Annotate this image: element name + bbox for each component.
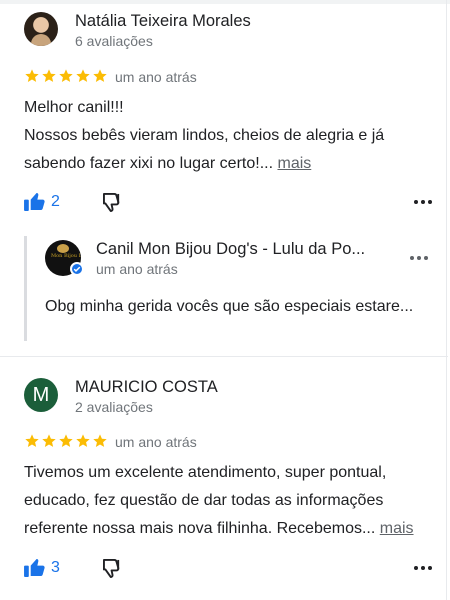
top-edge [0, 0, 450, 4]
rating-stars [24, 433, 108, 451]
review-text-line: referente nossa mais nova filhinha. Rece… [24, 520, 376, 537]
more-vert-icon[interactable] [410, 256, 428, 260]
like-count: 3 [51, 558, 60, 576]
thumb-up-icon [24, 558, 45, 577]
reviewer-avatar[interactable]: M [24, 378, 58, 412]
like-count: 2 [51, 192, 60, 210]
reviewer-avatar[interactable] [24, 12, 58, 46]
star-icon [25, 434, 39, 447]
star-icon [76, 434, 90, 447]
more-vert-icon[interactable] [414, 200, 432, 204]
more-link[interactable]: mais [277, 155, 311, 172]
owner-reply-time: um ano atrás [96, 261, 178, 277]
review-text-line: Nossos bebês vieram lindos, cheios de al… [24, 127, 385, 144]
review-count: 2 avaliações [75, 399, 153, 415]
reply-indicator [24, 236, 27, 341]
review-text-line: sabendo fazer xixi no lugar certo!... ma… [24, 150, 434, 178]
verified-badge-icon [70, 262, 84, 276]
review-text-line: Melhor canil!!! [24, 99, 124, 116]
review-divider [0, 356, 448, 357]
thumb-up-icon [24, 192, 45, 211]
like-button[interactable]: 3 [24, 558, 60, 577]
review-time: um ano atrás [115, 69, 197, 85]
star-icon [93, 434, 107, 447]
reviewer-name[interactable]: MAURICIO COSTA [75, 378, 218, 397]
reviewer-name[interactable]: Natália Teixeira Morales [75, 12, 251, 31]
star-icon [76, 69, 90, 82]
owner-name[interactable]: Canil Mon Bijou Dog's - Lulu da Po... [96, 240, 365, 259]
more-link[interactable]: mais [380, 520, 414, 537]
star-icon [42, 434, 56, 447]
scroll-edge [446, 0, 447, 600]
star-icon [59, 434, 73, 447]
review-text: Melhor canil!!! Nossos bebês vieram lind… [24, 94, 434, 178]
thumb-down-icon[interactable] [102, 193, 123, 212]
owner-reply-text: Obg minha gerida vocês que são especiais… [45, 298, 414, 315]
review-text-line: sabendo fazer xixi no lugar certo!... [24, 155, 274, 172]
star-icon [93, 69, 107, 82]
star-icon [59, 69, 73, 82]
review-time: um ano atrás [115, 434, 197, 450]
review-text-line: educado, fez questão de dar todas as inf… [24, 492, 384, 509]
review-text: Tivemos um excelente atendimento, super … [24, 459, 434, 543]
review-count: 6 avaliações [75, 33, 153, 49]
star-icon [42, 69, 56, 82]
review-text-line: Tivemos um excelente atendimento, super … [24, 464, 387, 481]
rating-stars [24, 68, 108, 86]
review-text-line: referente nossa mais nova filhinha. Rece… [24, 515, 434, 543]
like-button[interactable]: 2 [24, 192, 60, 211]
thumb-down-icon[interactable] [102, 559, 123, 578]
star-icon [25, 69, 39, 82]
more-vert-icon[interactable] [414, 566, 432, 570]
